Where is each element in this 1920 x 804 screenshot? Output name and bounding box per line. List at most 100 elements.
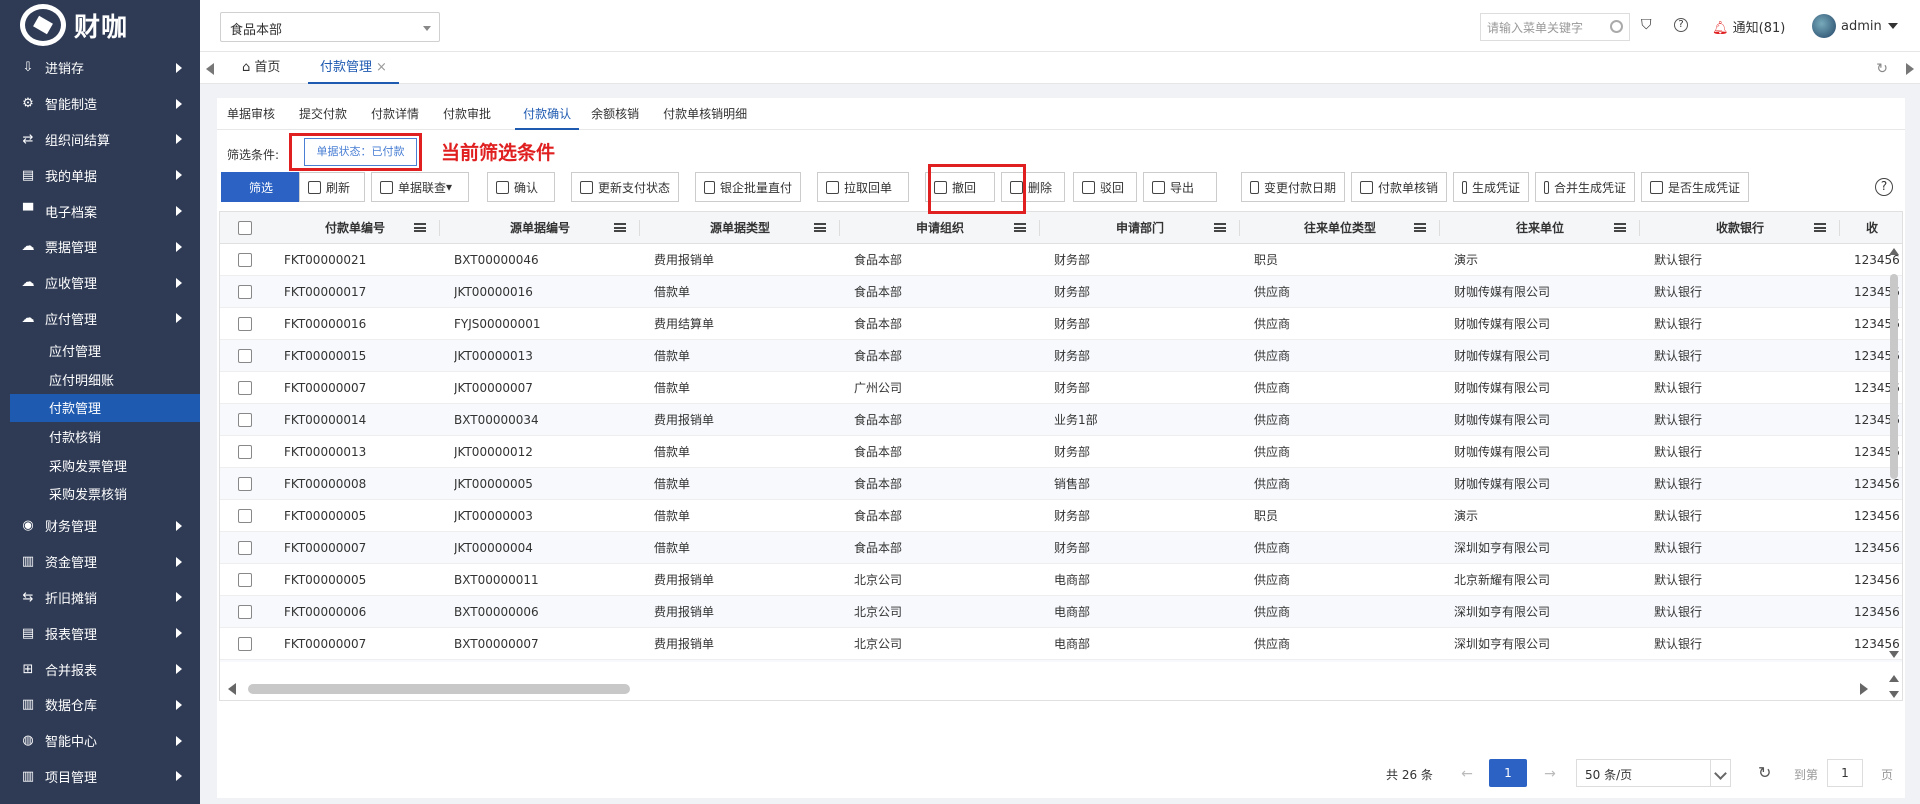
sidebar-item-items-6[interactable]: ☁ 应收管理 <box>0 265 200 301</box>
help-icon[interactable]: ? <box>1875 178 1893 196</box>
update-pay-status-button[interactable]: 更新支付状态 <box>571 172 679 202</box>
select-all-checkbox[interactable] <box>238 221 252 235</box>
row-checkbox[interactable] <box>238 317 252 331</box>
row-checkbox[interactable] <box>238 605 252 619</box>
sidebar-item-items_after-7[interactable]: ▥ 项目管理 <box>0 759 200 795</box>
table-row[interactable]: FKT00000014 BXT00000034 费用报销单 食品本部 业务1部 供应商 财咖… <box>220 404 1902 436</box>
tab-scroll-left-icon[interactable] <box>206 63 214 75</box>
reject-button[interactable]: 驳回 <box>1073 172 1137 202</box>
row-checkbox[interactable] <box>238 637 252 651</box>
export-button[interactable]: 导出 <box>1143 172 1217 202</box>
row-checkbox[interactable] <box>238 509 252 523</box>
column-header[interactable]: 申请部门 <box>1040 212 1240 244</box>
confirm-button[interactable]: 确认 <box>487 172 555 202</box>
sidebar-item-items-4[interactable]: ▀ 电子档案 <box>0 193 200 229</box>
bank-batch-pay-button[interactable]: 银企批量直付 <box>695 172 801 202</box>
sidebar-item-items-0[interactable]: ⇩ 进销存 <box>0 50 200 86</box>
table-row[interactable]: FKT00000008 BXT00000008 费用报销单 北京公司 电商部 供应商 深圳如… <box>220 660 1902 662</box>
row-checkbox[interactable] <box>238 573 252 587</box>
column-menu-icon[interactable] <box>1414 223 1426 232</box>
subtab-2[interactable]: 付款详情 <box>371 98 431 130</box>
payment-writeoff-button[interactable]: 付款单核销 <box>1351 172 1447 202</box>
sidebar-item-items_after-2[interactable]: ⇆ 折旧摊销 <box>0 580 200 616</box>
refresh-icon[interactable]: ↻ <box>1876 61 1888 77</box>
subtab-4[interactable]: 付款确认 <box>515 98 580 130</box>
row-checkbox[interactable] <box>238 445 252 459</box>
help-icon[interactable]: ? <box>1674 18 1688 32</box>
change-pay-date-button[interactable]: 变更付款日期 <box>1241 172 1345 202</box>
table-row[interactable]: FKT00000021 BXT00000046 费用报销单 食品本部 财务部 职员 演示 默认… <box>220 244 1902 276</box>
org-select[interactable]: 食品本部 <box>220 12 440 42</box>
close-icon[interactable]: × <box>376 60 387 75</box>
search-icon[interactable] <box>1610 20 1623 33</box>
refresh-button[interactable]: 刷新 <box>299 172 365 202</box>
scroll-left-icon[interactable] <box>228 683 236 695</box>
scroll-down-icon[interactable] <box>1889 651 1899 658</box>
next-page-button[interactable]: → <box>1535 761 1565 787</box>
subtab-5[interactable]: 余额核销 <box>591 98 651 130</box>
table-row[interactable]: FKT00000006 BXT00000006 费用报销单 北京公司 电商部 供应商 深圳如… <box>220 596 1902 628</box>
user-menu[interactable]: admin <box>1812 14 1898 38</box>
table-row[interactable]: FKT00000008 JKT00000005 借款单 食品本部 销售部 供应商 财咖传媒有… <box>220 468 1902 500</box>
scroll-up-icon[interactable] <box>1889 248 1899 255</box>
table-row[interactable]: FKT00000013 JKT00000012 借款单 食品本部 财务部 供应商 财咖传媒有… <box>220 436 1902 468</box>
goto-page-input[interactable]: 1 <box>1827 759 1863 787</box>
row-checkbox[interactable] <box>238 381 252 395</box>
sidebar-item-items_after-1[interactable]: ▥ 资金管理 <box>0 544 200 580</box>
document-lookup-button[interactable]: 单据联查 ▾ <box>371 172 469 202</box>
prev-page-button[interactable]: ← <box>1452 761 1482 787</box>
sidebar-item-items_after-3[interactable]: ▤ 报表管理 <box>0 615 200 651</box>
column-menu-icon[interactable] <box>1014 223 1026 232</box>
sidebar-subitem-3[interactable]: 付款核销 <box>0 422 200 451</box>
subtab-1[interactable]: 提交付款 <box>299 98 359 130</box>
row-checkbox[interactable] <box>238 349 252 363</box>
tab-scroll-right-icon[interactable] <box>1906 63 1914 75</box>
subtab-6[interactable]: 付款单核销明细 <box>663 98 759 130</box>
row-checkbox[interactable] <box>238 477 252 491</box>
column-menu-icon[interactable] <box>414 223 426 232</box>
sidebar-item-items-7[interactable]: ☁ 应付管理 <box>0 301 200 337</box>
filter-button[interactable]: 筛选 <box>221 172 301 202</box>
subtab-0[interactable]: 单据审核 <box>227 98 287 130</box>
sidebar-item-items_after-6[interactable]: ◍ 智能中心 <box>0 723 200 759</box>
table-row[interactable]: FKT00000005 BXT00000011 费用报销单 北京公司 电商部 供应商 北京新… <box>220 564 1902 596</box>
column-header[interactable]: 申请组织 <box>840 212 1040 244</box>
sidebar-subitem-4[interactable]: 采购发票管理 <box>0 451 200 480</box>
sidebar-item-items_after-4[interactable]: ⊞ 合并报表 <box>0 651 200 687</box>
sidebar-item-items-5[interactable]: ☁ 票据管理 <box>0 229 200 265</box>
table-row[interactable]: FKT00000016 FYJS00000001 费用结算单 食品本部 财务部 供应商 财咖… <box>220 308 1902 340</box>
merge-voucher-button[interactable]: 合并生成凭证 <box>1535 172 1635 202</box>
scroll-thumb[interactable] <box>1890 274 1898 479</box>
horizontal-scrollbar[interactable] <box>220 677 1902 699</box>
column-menu-icon[interactable] <box>1814 223 1826 232</box>
sidebar-item-items-3[interactable]: ▤ 我的单据 <box>0 157 200 193</box>
table-row[interactable]: FKT00000015 JKT00000013 借款单 食品本部 财务部 供应商 财咖传媒有… <box>220 340 1902 372</box>
column-header[interactable]: 往来单位类型 <box>1240 212 1440 244</box>
scroll-right-icon[interactable] <box>1860 683 1868 695</box>
column-menu-icon[interactable] <box>1214 223 1226 232</box>
column-menu-icon[interactable] <box>614 223 626 232</box>
sidebar-item-items-2[interactable]: ⇄ 组织间结算 <box>0 122 200 158</box>
row-checkbox[interactable] <box>238 541 252 555</box>
sidebar-subitem-1[interactable]: 应付明细账 <box>0 365 200 394</box>
page-size-select[interactable]: 50 条/页 <box>1576 759 1731 787</box>
column-header[interactable]: 往来单位 <box>1440 212 1640 244</box>
subtab-3[interactable]: 付款审批 <box>443 98 503 130</box>
sidebar-subitem-5[interactable]: 采购发票核销 <box>0 479 200 508</box>
sidebar-item-items_after-5[interactable]: ▥ 数据仓库 <box>0 687 200 723</box>
menu-search-input[interactable]: 请输入菜单关键字 <box>1480 13 1630 41</box>
table-row[interactable]: FKT00000017 JKT00000016 借款单 食品本部 财务部 供应商 财咖传媒有… <box>220 276 1902 308</box>
column-header[interactable]: 收 <box>1840 212 1902 244</box>
pull-receipt-button[interactable]: 拉取回单 <box>817 172 909 202</box>
check-voucher-button[interactable]: 是否生成凭证 <box>1641 172 1749 202</box>
column-header[interactable]: 付款单编号 <box>270 212 440 244</box>
vertical-scrollbar[interactable] <box>1886 244 1902 662</box>
table-row[interactable]: FKT00000005 JKT00000003 借款单 食品本部 财务部 职员 演示 默认银行… <box>220 500 1902 532</box>
table-row[interactable]: FKT00000007 JKT00000007 借款单 广州公司 财务部 供应商 财咖传媒有… <box>220 372 1902 404</box>
row-checkbox[interactable] <box>238 285 252 299</box>
shield-icon[interactable]: ⛉ <box>1641 17 1652 33</box>
table-row[interactable]: FKT00000007 BXT00000007 费用报销单 北京公司 电商部 供应商 深圳如… <box>220 628 1902 660</box>
scroll-thumb[interactable] <box>248 684 630 694</box>
row-checkbox[interactable] <box>238 253 252 267</box>
tab-payment-management[interactable]: 付款管理 × <box>308 52 399 84</box>
